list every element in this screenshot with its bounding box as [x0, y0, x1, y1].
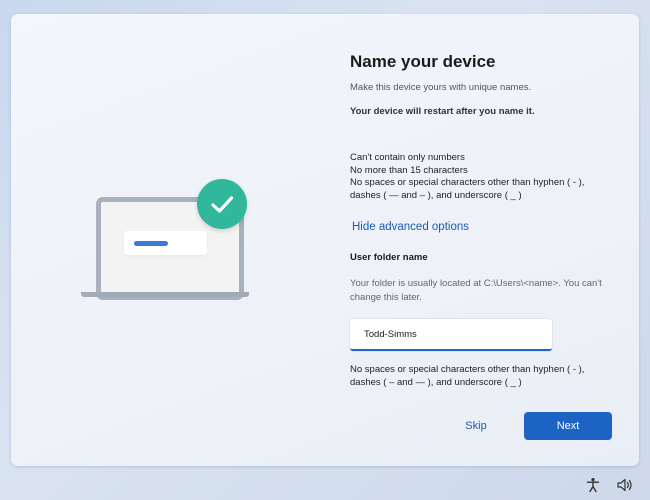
page-subtitle: Make this device yours with unique names…: [350, 82, 532, 93]
checkmark-icon: [197, 179, 247, 229]
user-folder-input[interactable]: [350, 319, 552, 351]
device-name-rules: Can't contain only numbers No more than …: [350, 152, 584, 202]
hide-advanced-options-link[interactable]: Hide advanced options: [352, 221, 469, 233]
rule-line: No more than 15 characters: [350, 164, 468, 176]
user-folder-description: Your folder is usually located at C:\Use…: [350, 278, 602, 303]
user-folder-label: User folder name: [350, 252, 428, 263]
restart-note: Your device will restart after you name …: [350, 106, 535, 117]
rule-line: No spaces or special characters other th…: [350, 364, 585, 375]
accessibility-icon[interactable]: [585, 477, 601, 493]
skip-button[interactable]: Skip: [451, 412, 501, 440]
rule-line: No spaces or special characters other th…: [350, 177, 585, 188]
rule-line: dashes ( – and — ), and underscore ( _ ): [350, 377, 522, 388]
rule-line: dashes ( — and – ), and underscore ( _ ): [350, 189, 522, 201]
folder-name-rules: No spaces or special characters other th…: [350, 363, 584, 389]
device-name-illustration-bar: [134, 241, 168, 246]
volume-icon[interactable]: [616, 477, 634, 493]
next-button[interactable]: Next: [524, 412, 612, 440]
rule-line: Can't contain only numbers: [350, 152, 465, 163]
laptop-base: [81, 292, 249, 297]
setup-card: Name your device Make this device yours …: [11, 14, 639, 466]
page-title: Name your device: [350, 52, 496, 71]
